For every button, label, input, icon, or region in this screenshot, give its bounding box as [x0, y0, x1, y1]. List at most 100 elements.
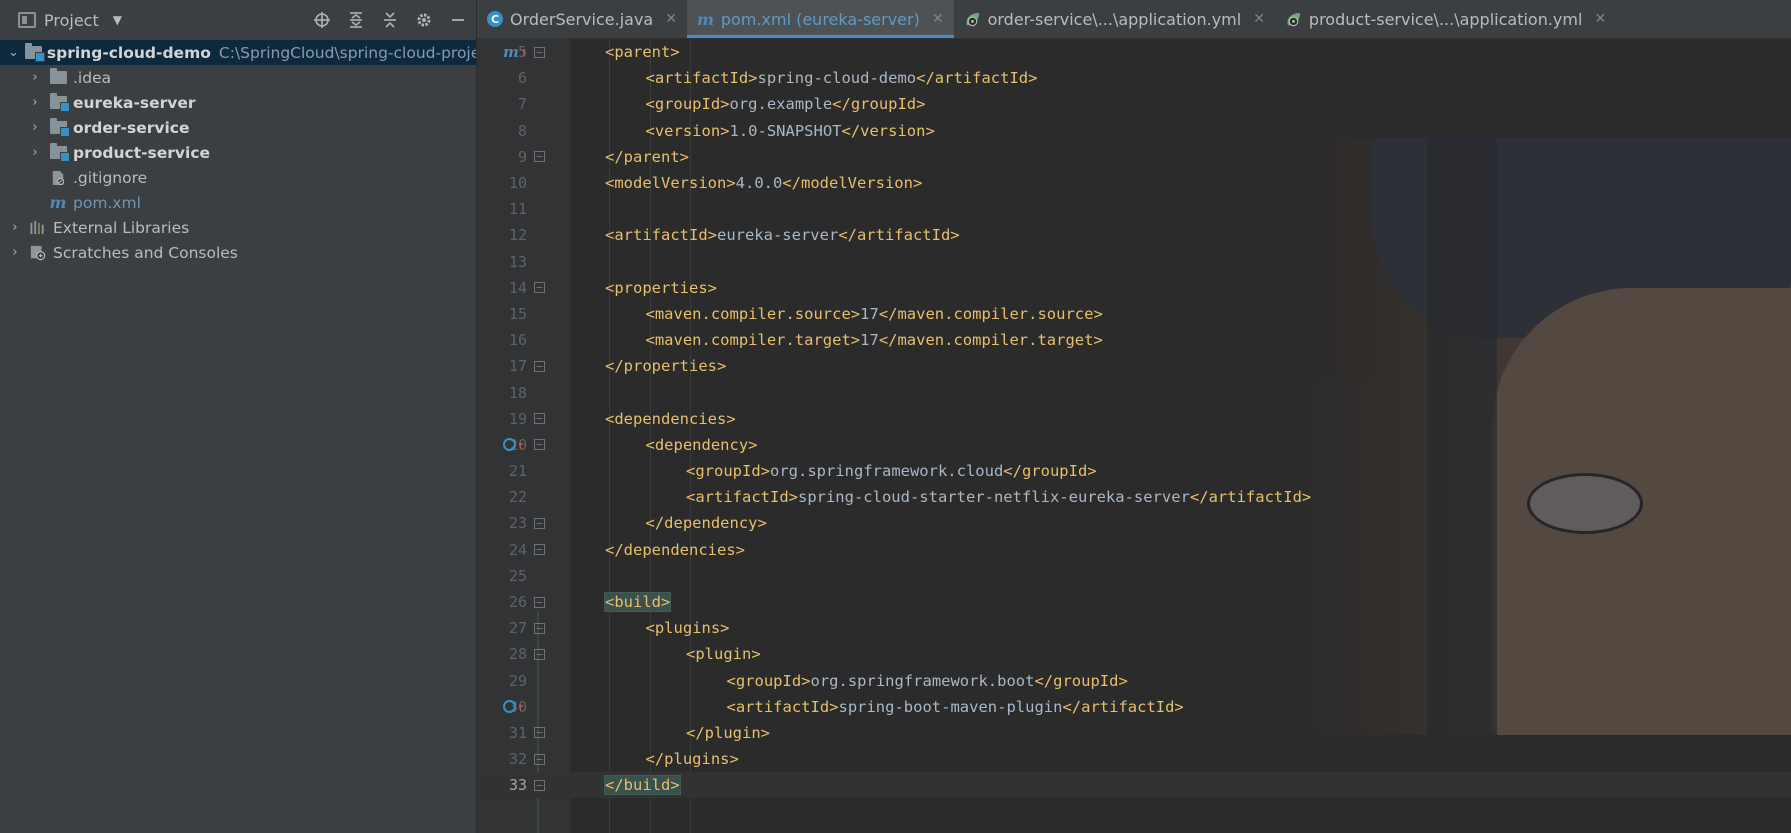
- code-line[interactable]: 14 <properties>: [477, 275, 1791, 301]
- fold-marker-icon[interactable]: [534, 622, 545, 634]
- xml-text: 17: [860, 304, 879, 323]
- close-icon[interactable]: ✕: [932, 11, 944, 27]
- code-line[interactable]: 29 <groupId>org.springframework.boot</gro…: [477, 668, 1791, 694]
- tree-item-product-service[interactable]: › product-service: [0, 140, 476, 165]
- code-line[interactable]: 22 <artifactId>spring-cloud-starter-netfl…: [477, 484, 1791, 510]
- code-content: <groupId>org.springframework.cloud</grou…: [686, 462, 1097, 480]
- chevron-right-icon[interactable]: ›: [28, 145, 42, 160]
- xml-text: 1.0-SNAPSHOT: [729, 121, 842, 140]
- close-icon[interactable]: ✕: [1253, 11, 1265, 27]
- close-icon[interactable]: ✕: [665, 11, 677, 27]
- tree-item-order-service[interactable]: › order-service: [0, 115, 476, 140]
- fold-marker-icon[interactable]: [534, 46, 545, 58]
- code-line[interactable]: 33 </build>: [477, 772, 1791, 799]
- line-number: 13: [508, 252, 527, 271]
- fold-marker-icon[interactable]: [534, 413, 545, 425]
- chevron-down-icon[interactable]: ▼: [113, 13, 122, 27]
- fold-marker-icon[interactable]: [534, 282, 545, 294]
- collapse-all-icon[interactable]: [380, 10, 400, 30]
- fold-marker-icon[interactable]: [534, 151, 545, 163]
- code-line[interactable]: 30 ↑ <artifactId>spring-boot-maven-plugin<…: [477, 694, 1791, 720]
- code-line[interactable]: 6 <artifactId>spring-cloud-demo</artifact…: [477, 65, 1791, 91]
- chevron-right-icon[interactable]: ›: [8, 245, 22, 260]
- code-line[interactable]: 20 ↑ <dependency>: [477, 432, 1791, 458]
- code-line[interactable]: 19 <dependencies>: [477, 406, 1791, 432]
- code-line[interactable]: 7 <groupId>org.example</groupId>: [477, 91, 1791, 117]
- code-line[interactable]: 11: [477, 196, 1791, 222]
- xml-tag: </groupId>: [832, 95, 926, 114]
- line-number: 27: [508, 619, 527, 638]
- xml-text: org.example: [729, 95, 833, 114]
- tab-product-service-application-yml[interactable]: product-service\...\application.yml ✕: [1275, 0, 1616, 38]
- code-line[interactable]: 21 <groupId>org.springframework.cloud</gr…: [477, 458, 1791, 484]
- code-line[interactable]: 24 </dependencies>: [477, 537, 1791, 563]
- code-line[interactable]: 23 </dependency>: [477, 510, 1791, 536]
- tree-item-eureka-server[interactable]: › eureka-server: [0, 90, 476, 115]
- code-content: <dependency>: [646, 436, 758, 454]
- fold-marker-icon[interactable]: [534, 360, 545, 372]
- tree-item-external-libraries[interactable]: › External Libraries: [0, 215, 476, 240]
- expand-all-icon[interactable]: [346, 10, 366, 30]
- fold-marker-icon[interactable]: [534, 544, 545, 556]
- code-line[interactable]: 32 </plugins>: [477, 746, 1791, 772]
- fold-marker-icon[interactable]: [534, 517, 545, 529]
- code-line[interactable]: 8 <version>1.0-SNAPSHOT</version>: [477, 118, 1791, 144]
- tab-orderservice-java[interactable]: C OrderService.java ✕: [477, 0, 687, 38]
- override-icon[interactable]: ↑: [503, 438, 524, 452]
- code-line[interactable]: 28 <plugin>: [477, 641, 1791, 667]
- code-line[interactable]: 9 </parent>: [477, 144, 1791, 170]
- code-line[interactable]: 16 <maven.compiler.target>17</maven.compi…: [477, 327, 1791, 353]
- tree-item-idea[interactable]: › .idea: [0, 65, 476, 90]
- fold-marker-icon[interactable]: [534, 596, 545, 608]
- fold-marker-icon[interactable]: [534, 439, 545, 451]
- code-line[interactable]: 5 m ↑ <parent>: [477, 39, 1791, 65]
- project-tree: ⌄ spring-cloud-demo C:\SpringCloud\sprin…: [0, 40, 476, 265]
- chevron-right-icon[interactable]: ›: [28, 120, 42, 135]
- scratches-icon: [28, 244, 48, 262]
- maven-parent-icon[interactable]: m ↑: [503, 43, 528, 61]
- chevron-down-icon[interactable]: ⌄: [8, 45, 19, 60]
- minimize-icon[interactable]: [448, 10, 468, 30]
- chevron-right-icon[interactable]: ›: [8, 220, 22, 235]
- override-icon[interactable]: ↑: [503, 700, 524, 714]
- code-line[interactable]: 26 <build>: [477, 589, 1791, 615]
- chevron-right-icon[interactable]: ›: [28, 70, 42, 85]
- chevron-right-icon[interactable]: ›: [28, 95, 42, 110]
- project-view-icon: [18, 12, 36, 28]
- code-line[interactable]: 25: [477, 563, 1791, 589]
- close-icon[interactable]: ✕: [1594, 11, 1606, 27]
- tree-item-scratches[interactable]: › Scratches and Consoles: [0, 240, 476, 265]
- xml-tag: <artifactId>: [645, 69, 758, 88]
- line-number: 6: [517, 69, 527, 88]
- xml-tag: </artifactId>: [1062, 697, 1184, 716]
- tab-label: OrderService.java: [510, 9, 654, 29]
- tree-item-gitignore[interactable]: .gitignore: [0, 165, 476, 190]
- locate-icon[interactable]: [312, 10, 332, 30]
- code-editor[interactable]: 5 m ↑ <parent> 6 <artifactId>spring-cloud-dem…: [477, 39, 1791, 833]
- xml-tag: </artifactId>: [838, 226, 960, 245]
- fold-marker-icon[interactable]: [534, 648, 545, 660]
- line-number: 11: [508, 200, 527, 219]
- xml-tag: <modelVersion>: [605, 174, 736, 193]
- project-title[interactable]: Project: [44, 11, 99, 30]
- gear-icon[interactable]: [414, 10, 434, 30]
- fold-marker-icon[interactable]: [534, 779, 545, 791]
- code-line[interactable]: 27 <plugins>: [477, 615, 1791, 641]
- code-line[interactable]: 17 </properties>: [477, 353, 1791, 379]
- fold-marker-icon[interactable]: [534, 753, 545, 765]
- tab-pom-eureka-server[interactable]: m pom.xml (eureka-server) ✕: [686, 0, 954, 38]
- fold-marker-icon[interactable]: [534, 727, 545, 739]
- code-line[interactable]: 15 <maven.compiler.source>17</maven.compi…: [477, 301, 1791, 327]
- tree-item-root[interactable]: ⌄ spring-cloud-demo C:\SpringCloud\sprin…: [0, 40, 476, 65]
- code-line[interactable]: 31 </plugin>: [477, 720, 1791, 746]
- code-line[interactable]: 10 <modelVersion>4.0.0</modelVersion>: [477, 170, 1791, 196]
- tree-item-pom[interactable]: m pom.xml: [0, 190, 476, 215]
- tab-label: order-service\...\application.yml: [987, 9, 1242, 29]
- code-line[interactable]: 13: [477, 249, 1791, 275]
- tree-item-label: product-service: [73, 143, 211, 162]
- code-line[interactable]: 18: [477, 379, 1791, 405]
- code-line[interactable]: 12 <artifactId>eureka-server</artifactId>: [477, 222, 1791, 248]
- xml-tag: </maven.compiler.target>: [878, 331, 1103, 350]
- xml-tag: <dependencies>: [605, 409, 736, 428]
- tab-order-service-application-yml[interactable]: order-service\...\application.yml ✕: [954, 0, 1275, 38]
